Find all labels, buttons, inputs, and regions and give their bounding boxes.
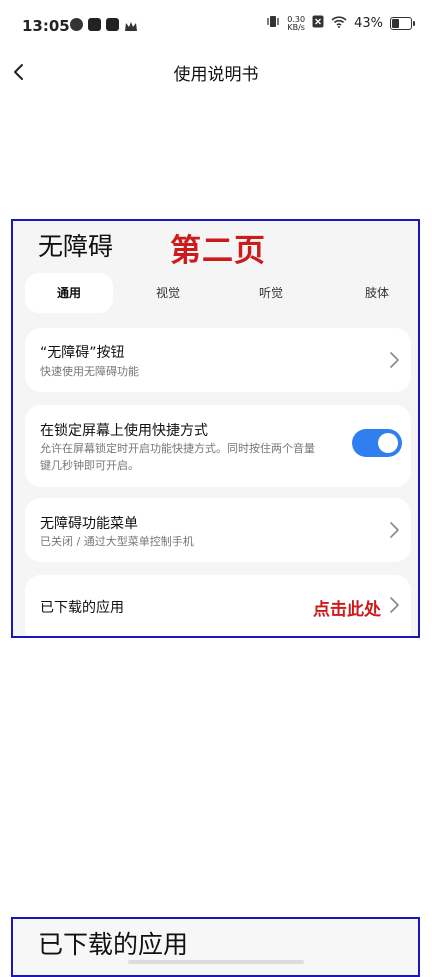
item-title: 已下载的应用 xyxy=(40,600,124,616)
item-subtitle-line2: 键几秒钟即可开启。 xyxy=(40,459,139,472)
battery-cap xyxy=(413,21,415,26)
page-number-annotation: 第二页 xyxy=(170,233,266,269)
toggle-knob xyxy=(378,433,398,453)
tab-vision[interactable]: 视觉 xyxy=(124,273,212,313)
notification-icons xyxy=(70,18,137,31)
downloaded-apps-item[interactable]: 已下载的应用 点击此处 xyxy=(25,575,411,636)
app-notification-icon xyxy=(70,18,83,31)
wifi-icon xyxy=(331,15,347,32)
tutorial-frame-page-3: 已下载的应用 xyxy=(11,917,420,977)
item-title: 在锁定屏幕上使用快捷方式 xyxy=(40,423,208,439)
category-tabs: 通用 视觉 听觉 肢体 xyxy=(25,273,417,317)
battery-percent: 43% xyxy=(354,16,383,31)
system-icons: 0.30 KB/s 43% xyxy=(266,15,415,32)
network-speed: 0.30 KB/s xyxy=(287,15,305,32)
item-subtitle: 已关闭 / 通过大型菜单控制手机 xyxy=(40,535,194,548)
item-subtitle: 快速使用无障碍功能 xyxy=(40,365,139,378)
nav-bar: 使用说明书 xyxy=(0,50,432,94)
message-app-icon xyxy=(106,18,119,31)
tab-general[interactable]: 通用 xyxy=(25,273,113,313)
item-subtitle-line1: 允许在屏幕锁定时开启功能快捷方式。同时按住两个音量 xyxy=(40,442,315,455)
battery-icon xyxy=(390,17,415,30)
net-speed-unit: KB/s xyxy=(287,22,305,32)
click-here-annotation: 点击此处 xyxy=(313,600,381,620)
chevron-right-icon xyxy=(390,597,399,613)
crown-icon xyxy=(124,18,137,31)
chevron-right-icon xyxy=(390,522,399,538)
sim-x-icon xyxy=(312,15,324,32)
lock-screen-shortcut-toggle[interactable] xyxy=(352,429,402,457)
accessibility-heading: 无障碍 xyxy=(38,232,114,261)
status-bar: 13:05 0.30 KB/s 43% xyxy=(0,0,432,46)
home-indicator xyxy=(128,960,304,964)
item-title: “无障碍”按钮 xyxy=(40,345,125,361)
status-time: 13:05 xyxy=(22,17,70,35)
item-title: 无障碍功能菜单 xyxy=(40,516,138,532)
page-title: 使用说明书 xyxy=(173,65,259,85)
chevron-right-icon xyxy=(390,352,399,368)
downloaded-apps-heading: 已下载的应用 xyxy=(38,930,189,959)
tab-physical[interactable]: 肢体 xyxy=(333,273,418,313)
tutorial-frame-page-2: 无障碍 第二页 通用 视觉 听觉 肢体 “无障碍”按钮 快速使用无障碍功能 在锁… xyxy=(11,219,420,638)
accessibility-button-item[interactable]: “无障碍”按钮 快速使用无障碍功能 xyxy=(25,328,411,392)
battery-fill xyxy=(392,19,399,28)
accessibility-menu-item[interactable]: 无障碍功能菜单 已关闭 / 通过大型菜单控制手机 xyxy=(25,498,411,562)
video-app-icon xyxy=(88,18,101,31)
lock-screen-shortcut-item[interactable]: 在锁定屏幕上使用快捷方式 允许在屏幕锁定时开启功能快捷方式。同时按住两个音量 键… xyxy=(25,405,411,487)
vibrate-icon xyxy=(266,15,280,32)
tab-hearing[interactable]: 听觉 xyxy=(227,273,315,313)
